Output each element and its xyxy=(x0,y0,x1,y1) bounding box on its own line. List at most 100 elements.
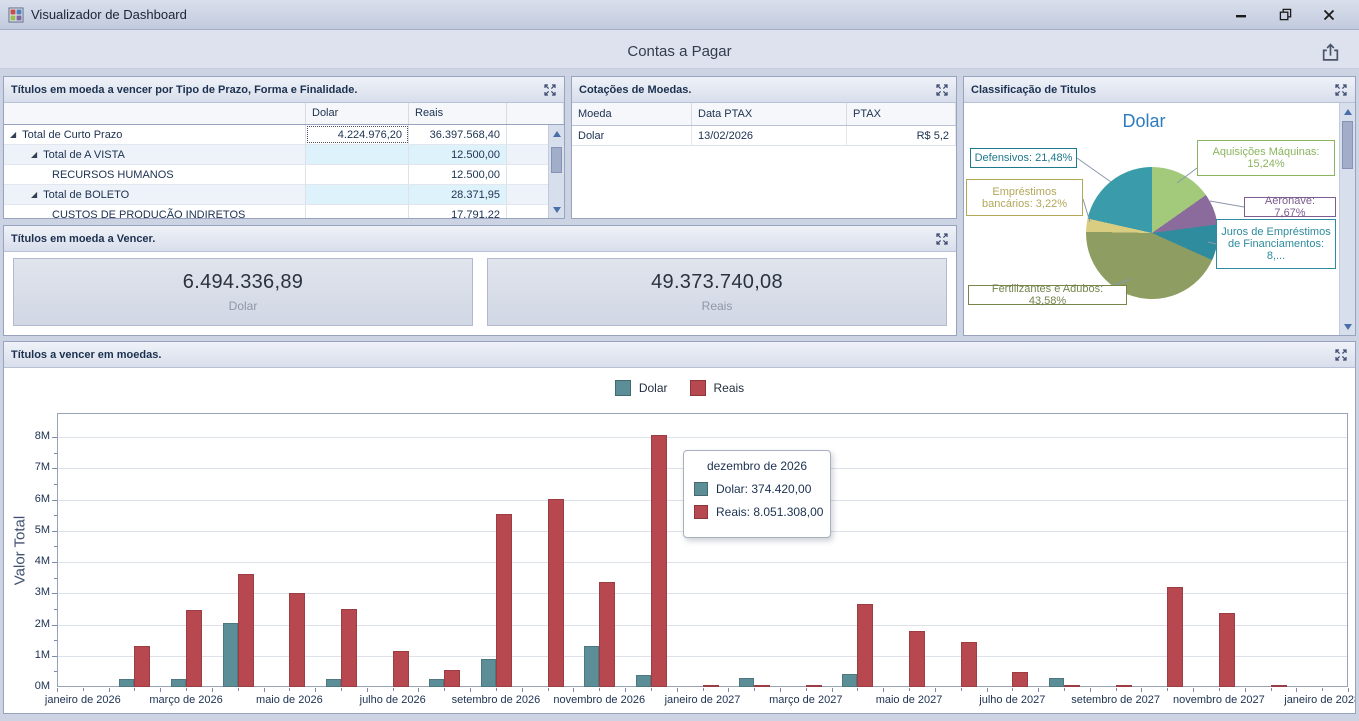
panel-title: Títulos a vencer em moedas. xyxy=(11,349,161,361)
bar-reais[interactable] xyxy=(1064,685,1080,687)
maximize-panel-icon[interactable] xyxy=(935,232,949,246)
bar-reais[interactable] xyxy=(341,609,357,687)
x-tick xyxy=(599,688,600,691)
bar-reais[interactable] xyxy=(1012,672,1028,687)
tree-cell-dolar[interactable] xyxy=(306,185,409,204)
tree-row[interactable]: ◢Total de Curto Prazo4.224.976,2036.397.… xyxy=(4,125,564,145)
bar-dolar[interactable] xyxy=(842,674,857,687)
bar-reais[interactable] xyxy=(857,604,873,687)
tree-row-label: RECURSOS HUMANOS xyxy=(52,169,174,181)
window-titlebar: Visualizador de Dashboard xyxy=(0,0,1359,30)
expand-triangle-icon[interactable]: ◢ xyxy=(31,190,37,199)
y-tick-label: 8M xyxy=(6,430,50,442)
tree-cell-reais[interactable]: 12.500,00 xyxy=(409,145,507,164)
pie-panel-scrollbar[interactable] xyxy=(1339,103,1355,335)
gridline xyxy=(58,437,1347,438)
tree-cell-name[interactable]: ◢Total de A VISTA xyxy=(4,145,306,164)
scroll-down-button[interactable] xyxy=(549,202,564,217)
column-header-name[interactable] xyxy=(4,103,306,124)
scroll-up-button[interactable] xyxy=(1340,104,1355,119)
tree-cell-dolar[interactable]: 4.224.976,20 xyxy=(306,125,409,144)
bar-reais[interactable] xyxy=(393,651,409,687)
tree-cell-reais[interactable]: 36.397.568,40 xyxy=(409,125,507,144)
tree-cell-name[interactable]: CUSTOS DE PRODUÇÃO INDIRETOS xyxy=(4,205,306,218)
tree-cell-name[interactable]: ◢Total de Curto Prazo xyxy=(4,125,306,144)
column-header-dolar[interactable]: Dolar xyxy=(306,103,409,124)
bar-dolar[interactable] xyxy=(636,675,651,687)
bar-reais[interactable] xyxy=(806,685,822,687)
maximize-panel-icon[interactable] xyxy=(1334,83,1348,97)
bar-reais[interactable] xyxy=(496,514,512,687)
scrollbar-thumb[interactable] xyxy=(1342,121,1353,169)
bar-reais[interactable] xyxy=(1219,613,1235,687)
x-tick xyxy=(186,688,187,691)
maximize-panel-icon[interactable] xyxy=(543,83,557,97)
restore-button[interactable] xyxy=(1263,1,1307,29)
column-header-data-ptax[interactable]: Data PTAX xyxy=(692,103,847,125)
x-tick xyxy=(1167,688,1168,691)
bar-dolar[interactable] xyxy=(119,679,134,687)
bar-reais[interactable] xyxy=(289,593,305,687)
bar-reais[interactable] xyxy=(909,631,925,687)
bar-reais[interactable] xyxy=(1167,587,1183,687)
bar-dolar[interactable] xyxy=(223,623,238,687)
tree-row[interactable]: CUSTOS DE PRODUÇÃO INDIRETOS 17.791,22 xyxy=(4,205,564,218)
bar-dolar[interactable] xyxy=(429,679,444,687)
scroll-down-button[interactable] xyxy=(1340,319,1355,334)
maximize-panel-icon[interactable] xyxy=(935,83,949,97)
tree-cell-dolar[interactable] xyxy=(306,145,409,164)
bar-dolar[interactable] xyxy=(171,679,186,687)
tree-table-scrollbar[interactable] xyxy=(548,125,564,218)
x-tick xyxy=(238,688,239,691)
bar-reais[interactable] xyxy=(961,642,977,687)
x-tick xyxy=(367,688,368,692)
scrollbar-thumb[interactable] xyxy=(551,147,562,173)
x-tick xyxy=(548,688,549,691)
column-header-reais[interactable]: Reais xyxy=(409,103,507,124)
expand-triangle-icon[interactable]: ◢ xyxy=(31,150,37,159)
panel-quotes: Cotações de Moedas. Moeda Data PTAX PTAX… xyxy=(571,76,957,219)
minimize-button[interactable] xyxy=(1219,1,1263,29)
tree-cell-name[interactable]: ◢Total de BOLETO xyxy=(4,185,306,204)
column-header-moeda[interactable]: Moeda xyxy=(572,103,692,125)
tree-cell-dolar[interactable] xyxy=(306,205,409,218)
bar-reais[interactable] xyxy=(548,499,564,687)
x-tick xyxy=(1141,688,1142,692)
bar-dolar[interactable] xyxy=(481,659,496,687)
column-header-ptax[interactable]: PTAX xyxy=(847,103,956,125)
quotes-row[interactable]: Dolar 13/02/2026 R$ 5,2 xyxy=(572,126,956,146)
x-tick xyxy=(444,688,445,691)
tree-row[interactable]: ◢Total de A VISTA 12.500,00 xyxy=(4,145,564,165)
tree-row[interactable]: RECURSOS HUMANOS 12.500,00 xyxy=(4,165,564,185)
bar-reais[interactable] xyxy=(703,685,719,687)
export-button[interactable] xyxy=(1317,39,1343,65)
scroll-up-button[interactable] xyxy=(549,126,564,141)
x-tick-label: julho de 2027 xyxy=(957,694,1067,706)
bar-reais[interactable] xyxy=(754,685,770,687)
tree-cell-reais[interactable]: 12.500,00 xyxy=(409,165,507,184)
bar-dolar[interactable] xyxy=(739,678,754,687)
tree-cell-reais[interactable]: 28.371,95 xyxy=(409,185,507,204)
expand-triangle-icon[interactable]: ◢ xyxy=(10,130,16,139)
maximize-panel-icon[interactable] xyxy=(1334,348,1348,362)
bar-reais[interactable] xyxy=(1271,685,1287,687)
bar-dolar[interactable] xyxy=(1049,678,1064,687)
bar-reais[interactable] xyxy=(599,582,615,687)
bar-reais[interactable] xyxy=(1116,685,1132,687)
tree-cell-name[interactable]: RECURSOS HUMANOS xyxy=(4,165,306,184)
bar-reais[interactable] xyxy=(186,610,202,687)
close-button[interactable] xyxy=(1307,1,1351,29)
gridline xyxy=(58,562,1347,563)
close-icon xyxy=(1323,9,1335,21)
y-tick xyxy=(54,578,57,579)
x-tick xyxy=(496,688,497,691)
bar-reais[interactable] xyxy=(134,646,150,687)
bar-dolar[interactable] xyxy=(326,679,341,687)
tree-row[interactable]: ◢Total de BOLETO 28.371,95 xyxy=(4,185,564,205)
bar-reais[interactable] xyxy=(238,574,254,687)
tree-cell-dolar[interactable] xyxy=(306,165,409,184)
bar-reais[interactable] xyxy=(651,435,667,687)
bar-reais[interactable] xyxy=(444,670,460,687)
tree-cell-reais[interactable]: 17.791,22 xyxy=(409,205,507,218)
bar-dolar[interactable] xyxy=(584,646,599,687)
